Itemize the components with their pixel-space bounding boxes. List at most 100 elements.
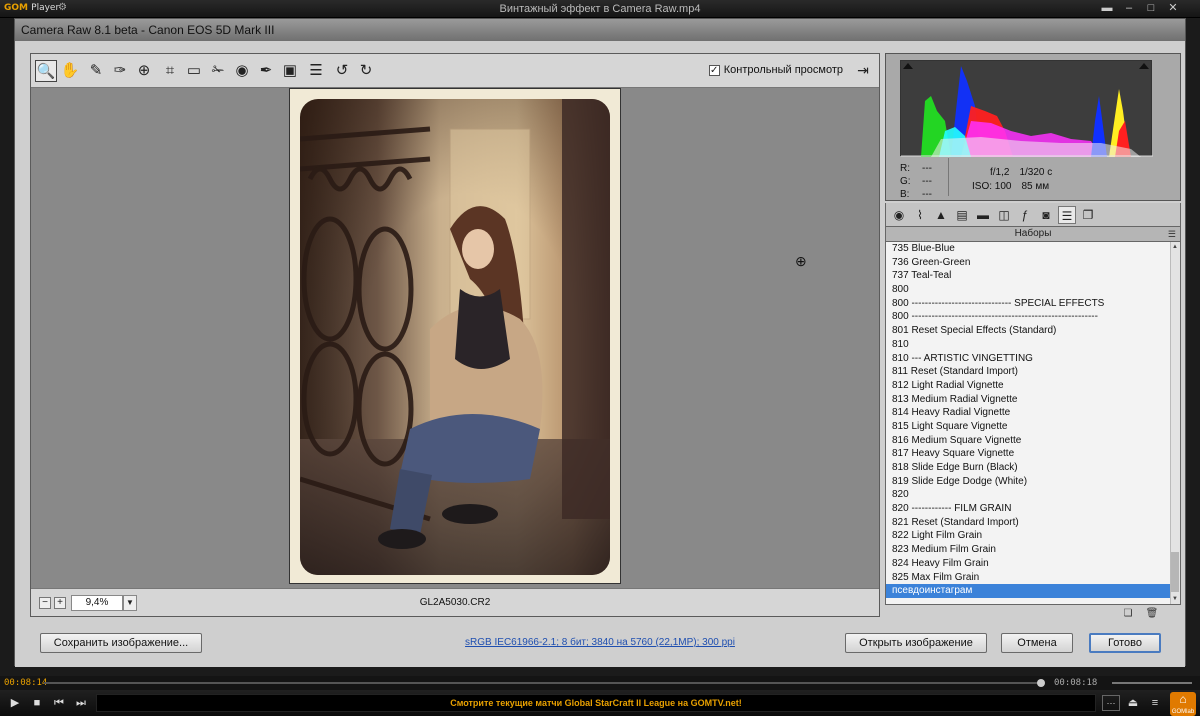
hsl-tab-icon[interactable]: ▤ bbox=[953, 206, 971, 224]
preset-scrollbar[interactable]: ▲ ▼ bbox=[1170, 242, 1180, 604]
presets-header: Наборы ☰ bbox=[885, 227, 1181, 241]
spot-removal-icon[interactable]: ✁ bbox=[207, 60, 229, 82]
control-panel-icon[interactable]: ⋯ bbox=[1102, 695, 1120, 711]
cancel-button[interactable]: Отмена bbox=[1001, 633, 1073, 653]
preset-item[interactable]: 825 Max Film Grain bbox=[886, 571, 1180, 585]
color-sampler-icon[interactable]: ✑ bbox=[109, 60, 131, 82]
done-button[interactable]: Готово bbox=[1089, 633, 1161, 653]
preset-item[interactable]: 736 Green-Green bbox=[886, 256, 1180, 270]
preset-item[interactable]: 800 ------------------------------ SPECI… bbox=[886, 297, 1180, 311]
presets-title: Наборы bbox=[1014, 228, 1052, 239]
camera-raw-title: Camera Raw 8.1 beta - Canon EOS 5D Mark … bbox=[21, 23, 275, 37]
white-balance-icon[interactable]: ✎ bbox=[85, 60, 107, 82]
home-icon: ⌂ bbox=[1179, 692, 1187, 706]
scroll-thumb[interactable] bbox=[1171, 552, 1179, 592]
focal-length: 85 мм bbox=[1021, 181, 1050, 192]
preset-item[interactable]: 818 Slide Edge Burn (Black) bbox=[886, 461, 1180, 475]
b-label: B: bbox=[900, 189, 910, 200]
preset-item[interactable]: 800 bbox=[886, 283, 1180, 297]
preset-item[interactable]: 816 Medium Square Vignette bbox=[886, 434, 1180, 448]
file-name: GL2A5030.CR2 bbox=[419, 597, 491, 608]
preset-item[interactable]: 737 Teal-Teal bbox=[886, 269, 1180, 283]
preset-item[interactable]: 735 Blue-Blue bbox=[886, 242, 1180, 256]
histogram-panel: R: G: B: --- --- --- f/1,2 1/320 с ISO: … bbox=[885, 53, 1181, 201]
preset-item[interactable]: 815 Light Square Vignette bbox=[886, 420, 1180, 434]
effects-tab-icon[interactable]: ƒ bbox=[1016, 206, 1034, 224]
preset-item[interactable]: псевдоинстаграм bbox=[886, 584, 1180, 598]
panel-menu-icon[interactable]: ☰ bbox=[1168, 227, 1176, 241]
news-ticker[interactable]: Смотрите текущие матчи Global StarCraft … bbox=[96, 694, 1096, 712]
preset-item[interactable]: 813 Medium Radial Vignette bbox=[886, 393, 1180, 407]
open-image-button[interactable]: Открыть изображение bbox=[845, 633, 987, 653]
crop-tool-icon[interactable]: ⌗ bbox=[159, 60, 181, 82]
r-value: --- bbox=[922, 163, 932, 174]
preview-checkbox[interactable]: ✓ bbox=[708, 64, 720, 76]
new-preset-icon[interactable]: ❏ bbox=[1121, 607, 1135, 621]
trash-icon[interactable]: 🗑 bbox=[1145, 607, 1159, 621]
previous-icon[interactable]: ⏮ bbox=[50, 695, 68, 711]
close-icon[interactable]: ✕ bbox=[1164, 2, 1182, 15]
adjustment-brush-icon[interactable]: ✒ bbox=[255, 60, 277, 82]
preset-item[interactable]: 821 Reset (Standard Import) bbox=[886, 516, 1180, 530]
seek-handle[interactable] bbox=[1037, 679, 1045, 687]
straighten-tool-icon[interactable]: ▭ bbox=[183, 60, 205, 82]
lens-corrections-tab-icon[interactable]: ◫ bbox=[995, 206, 1013, 224]
scroll-up-icon[interactable]: ▲ bbox=[1171, 244, 1179, 250]
preset-item[interactable]: 812 Light Radial Vignette bbox=[886, 379, 1180, 393]
preset-item[interactable]: 810 bbox=[886, 338, 1180, 352]
preview-toggle[interactable]: ✓ Контрольный просмотр bbox=[708, 64, 843, 76]
graduated-filter-icon[interactable]: ▣ bbox=[279, 60, 301, 82]
volume-slider[interactable] bbox=[1112, 682, 1192, 684]
rotate-right-icon[interactable]: ↻ bbox=[355, 60, 377, 82]
preset-item[interactable]: 823 Medium Film Grain bbox=[886, 543, 1180, 557]
presets-tab-icon[interactable]: ☰ bbox=[1058, 206, 1076, 224]
rgb-values: --- --- --- bbox=[922, 162, 932, 201]
preset-item[interactable]: 820 bbox=[886, 488, 1180, 502]
preset-item[interactable]: 811 Reset (Standard Import) bbox=[886, 365, 1180, 379]
gomlab-label: GOMlab bbox=[1171, 709, 1195, 715]
menu-icon[interactable]: ≡ bbox=[1146, 695, 1164, 711]
split-toning-tab-icon[interactable]: ▬ bbox=[974, 206, 992, 224]
tone-curve-tab-icon[interactable]: ⌇ bbox=[911, 206, 929, 224]
panel-tabs: ◉ ⌇ ▲ ▤ ▬ ◫ ƒ ◙ ☰ ❐ bbox=[885, 203, 1181, 227]
minimize-icon[interactable]: – bbox=[1120, 2, 1138, 15]
histogram-graph bbox=[901, 66, 1153, 157]
camera-raw-dialog: Camera Raw 8.1 beta - Canon EOS 5D Mark … bbox=[14, 18, 1186, 667]
iso: ISO: 100 bbox=[972, 181, 1012, 192]
preset-item[interactable]: 822 Light Film Grain bbox=[886, 529, 1180, 543]
preset-item[interactable]: 810 --- ARTISTIC VINGETTING bbox=[886, 352, 1180, 366]
preferences-list-icon[interactable]: ☰ bbox=[305, 60, 327, 82]
play-icon[interactable]: ▶ bbox=[6, 695, 24, 711]
image-preview-area[interactable]: ⊕ bbox=[31, 88, 879, 590]
preset-item[interactable]: 819 Slide Edge Dodge (White) bbox=[886, 475, 1180, 489]
fullscreen-icon[interactable]: ⇥ bbox=[853, 61, 873, 79]
snapshots-tab-icon[interactable]: ❐ bbox=[1079, 206, 1097, 224]
total-time: 00:08:18 bbox=[1054, 678, 1098, 688]
stop-icon[interactable]: ■ bbox=[28, 695, 46, 711]
basic-tab-icon[interactable]: ◉ bbox=[890, 206, 908, 224]
red-eye-icon[interactable]: ◉ bbox=[231, 60, 253, 82]
preset-item[interactable]: 801 Reset Special Effects (Standard) bbox=[886, 324, 1180, 338]
aperture: f/1,2 bbox=[990, 167, 1010, 178]
preset-item[interactable]: 820 ------------ FILM GRAIN bbox=[886, 502, 1180, 516]
eject-icon[interactable]: ⏏ bbox=[1124, 695, 1142, 711]
preset-item[interactable]: 824 Heavy Film Grain bbox=[886, 557, 1180, 571]
preset-item[interactable]: 800 ------------------------------------… bbox=[886, 310, 1180, 324]
camera-calibration-tab-icon[interactable]: ◙ bbox=[1037, 206, 1055, 224]
preset-item[interactable]: 817 Heavy Square Vignette bbox=[886, 447, 1180, 461]
zoom-cursor-icon: ⊕ bbox=[795, 253, 807, 269]
pin-icon[interactable]: ▬ bbox=[1098, 2, 1116, 15]
preset-item[interactable]: 814 Heavy Radial Vignette bbox=[886, 406, 1180, 420]
rotate-left-icon[interactable]: ↺ bbox=[331, 60, 353, 82]
shutter-speed: 1/320 с bbox=[1019, 167, 1053, 178]
detail-tab-icon[interactable]: ▲ bbox=[932, 206, 950, 224]
targeted-adjustment-icon[interactable]: ⊕ bbox=[133, 60, 155, 82]
preset-actions: ❏ 🗑 bbox=[885, 607, 1181, 621]
seek-track[interactable] bbox=[44, 682, 1044, 684]
maximize-icon[interactable]: □ bbox=[1142, 2, 1160, 15]
gomlab-home-button[interactable]: ⌂ GOMlab bbox=[1170, 692, 1196, 716]
zoom-tool-icon[interactable]: 🔍 bbox=[35, 60, 57, 82]
hand-tool-icon[interactable]: ✋ bbox=[59, 60, 81, 82]
scroll-down-icon[interactable]: ▼ bbox=[1171, 596, 1179, 602]
next-icon[interactable]: ⏭ bbox=[72, 695, 90, 711]
